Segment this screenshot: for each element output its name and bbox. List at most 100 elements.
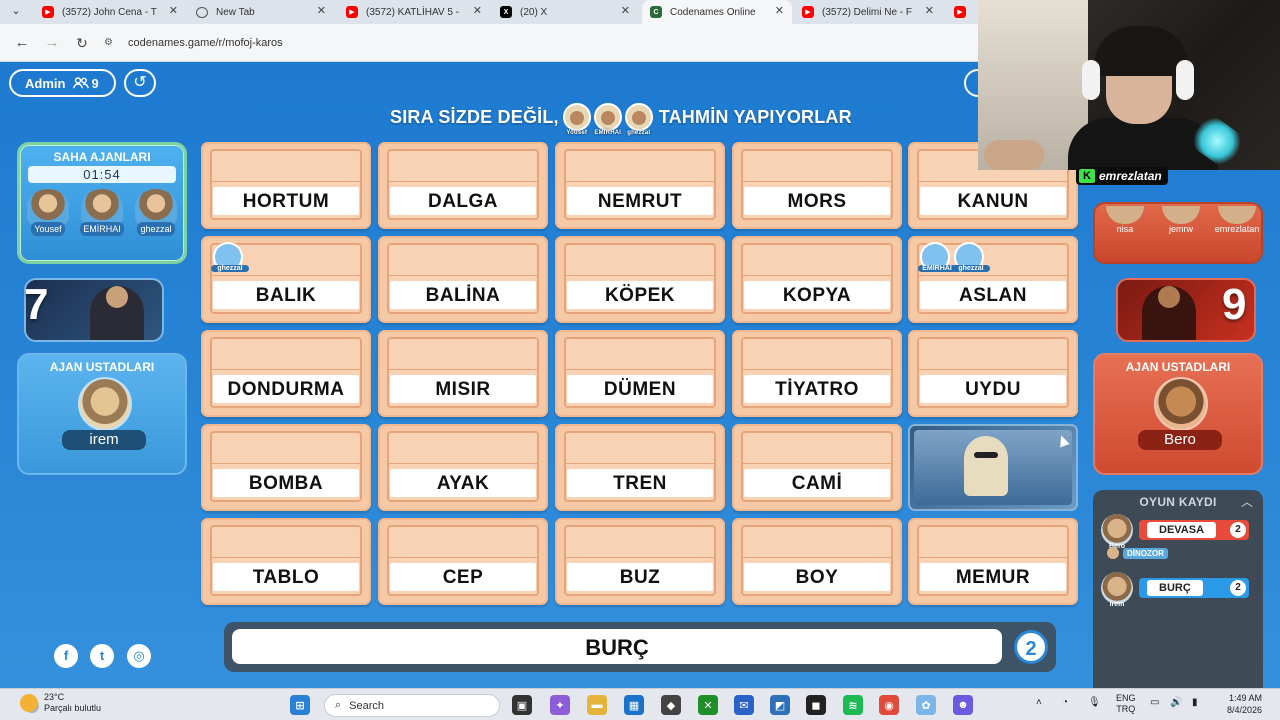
battery-icon[interactable]: ▮ <box>1192 697 1198 708</box>
forward-arrow-icon[interactable]: → <box>42 33 62 53</box>
settings-icon[interactable]: ✿ <box>916 695 936 715</box>
word-card[interactable]: UYDU <box>908 330 1078 417</box>
twitter-icon[interactable]: t <box>90 644 114 668</box>
word-card[interactable]: CEP <box>378 518 548 605</box>
browser-tab[interactable]: New Tab ✕ <box>188 0 334 24</box>
close-tab-icon[interactable]: ✕ <box>621 4 630 17</box>
clue-number: 2 <box>1230 522 1246 538</box>
word-card[interactable]: MORS <box>732 142 902 229</box>
close-tab-icon[interactable]: ✕ <box>317 4 326 17</box>
chevron-up-icon[interactable]: ˄ <box>1036 697 1042 708</box>
back-arrow-icon[interactable]: ← <box>12 33 32 53</box>
word-card[interactable]: AYAK <box>378 424 548 511</box>
blue-score: 7 <box>24 280 49 329</box>
avatar <box>1162 206 1200 224</box>
word-card[interactable]: ASLAN EMİRHAI ghezzal <box>908 236 1078 323</box>
store-icon[interactable]: ▦ <box>624 695 644 715</box>
task-view-icon[interactable]: ▣ <box>512 695 532 715</box>
close-tab-icon[interactable]: ✕ <box>473 4 482 17</box>
app-icon[interactable]: ◆ <box>661 695 681 715</box>
word-card-revealed[interactable] <box>908 424 1078 511</box>
agent[interactable]: jemrw <box>1157 206 1205 234</box>
word-card[interactable]: MISIR <box>378 330 548 417</box>
word-card[interactable]: BALIK ghezzal <box>201 236 371 323</box>
browser-tab[interactable]: X (20) X ✕ <box>492 0 638 24</box>
card-word: AYAK <box>390 469 536 497</box>
card-word: MEMUR <box>920 563 1066 591</box>
clock-date: 8/4/2026 <box>1226 705 1262 715</box>
facebook-icon[interactable]: f <box>54 644 78 668</box>
log-player: irem <box>1109 601 1125 608</box>
browser-tab[interactable]: ▶ <box>946 0 978 24</box>
browser-tab[interactable]: ▶ (3572) Delimi Ne - F ✕ <box>794 0 942 24</box>
agent[interactable]: ghezzal <box>133 189 179 236</box>
word-card[interactable]: CAMİ <box>732 424 902 511</box>
volume-icon[interactable]: 🔊 <box>1170 697 1182 708</box>
microphone-icon[interactable]: 🎙 <box>1088 697 1101 708</box>
browser-tab[interactable]: ▶ (3572) John Cena - T ✕ <box>34 0 186 24</box>
spotify-icon[interactable]: ≋ <box>843 695 863 715</box>
tab-search-chevron-icon[interactable]: ⌄ <box>8 3 24 19</box>
language-line: TRQ <box>1116 704 1136 714</box>
file-explorer-icon[interactable]: ▬ <box>587 695 607 715</box>
word-card[interactable]: MEMUR <box>908 518 1078 605</box>
x-icon: X <box>500 6 512 18</box>
weather-widget[interactable]: 23°C Parçalı bulutlu <box>20 692 101 714</box>
system-clock[interactable]: 1:49 AM 8/4/2026 <box>1227 692 1262 716</box>
network-icon[interactable]: ◔ <box>1062 697 1068 708</box>
word-card[interactable]: TABLO <box>201 518 371 605</box>
browser-tab[interactable]: ▶ (3572) KATLİHAV 5 - ✕ <box>338 0 490 24</box>
turn-status: SIRA SİZDE DEĞİL, Yousef EMİRHAI ghezzal… <box>390 102 852 136</box>
word-card[interactable]: BUZ <box>555 518 725 605</box>
admin-button[interactable]: Admin 9 <box>9 69 116 97</box>
display-icon[interactable]: ▭ <box>1150 697 1159 708</box>
word-card[interactable]: NEMRUT <box>555 142 725 229</box>
streamer-name: emrezlatan <box>1099 169 1162 183</box>
xbox-icon[interactable]: ✕ <box>698 695 718 715</box>
agent-name: ghezzal <box>137 222 175 236</box>
site-settings-icon[interactable]: ⚙ <box>104 37 118 49</box>
url-text: codenames.game/r/mofoj-karos <box>128 37 283 49</box>
discord-icon[interactable]: ☻ <box>953 695 973 715</box>
agent[interactable]: emrezlatan <box>1213 206 1261 234</box>
word-card[interactable]: BALİNA <box>378 236 548 323</box>
word-card[interactable]: DÜMEN <box>555 330 725 417</box>
agent[interactable]: Yousef <box>25 189 71 236</box>
status-text-left: SIRA SİZDE DEĞİL, <box>390 106 559 127</box>
outlook-icon[interactable]: ✉ <box>734 695 754 715</box>
avatar: Bero <box>1101 514 1133 550</box>
language-indicator[interactable]: ENG TRQ <box>1116 693 1136 715</box>
chevron-up-icon[interactable]: ︿ <box>1241 493 1253 510</box>
agent[interactable]: EMİRHAI <box>79 189 125 236</box>
avatar <box>27 189 69 225</box>
close-tab-icon[interactable]: ✕ <box>775 4 784 17</box>
word-card[interactable]: BOY <box>732 518 902 605</box>
instagram-icon[interactable]: ◎ <box>127 644 151 668</box>
copilot-icon[interactable]: ✦ <box>550 695 570 715</box>
close-tab-icon[interactable]: ✕ <box>169 4 178 17</box>
word-card[interactable]: TREN <box>555 424 725 511</box>
app-icon[interactable]: ◩ <box>770 695 790 715</box>
reset-button[interactable]: ↺ <box>124 69 156 97</box>
word-card[interactable]: BOMBA <box>201 424 371 511</box>
word-card[interactable]: TİYATRO <box>732 330 902 417</box>
browser-tab-active[interactable]: C Codenames Online ✕ <box>642 0 792 24</box>
word-card[interactable]: HORTUM <box>201 142 371 229</box>
headphones-icon <box>1082 60 1100 100</box>
chrome-icon[interactable]: ◉ <box>879 695 899 715</box>
agent[interactable]: nisa <box>1101 206 1149 234</box>
word-card[interactable]: KÖPEK <box>555 236 725 323</box>
avatar <box>1218 206 1256 224</box>
windows-start-icon[interactable]: ⊞ <box>290 695 310 715</box>
avatar-face <box>569 111 584 125</box>
word-card[interactable]: DALGA <box>378 142 548 229</box>
reload-icon[interactable]: ↻ <box>72 33 92 53</box>
taskbar-search[interactable]: ⌕ Search <box>324 694 500 717</box>
url-field[interactable]: ⚙ codenames.game/r/mofoj-karos <box>104 32 974 54</box>
word-card[interactable]: DONDURMA <box>201 330 371 417</box>
close-tab-icon[interactable]: ✕ <box>925 4 934 17</box>
card-word: DALGA <box>390 187 536 215</box>
word-card[interactable]: KOPYA <box>732 236 902 323</box>
clock-time: 1:49 AM <box>1228 693 1262 703</box>
app-icon[interactable]: ◼ <box>806 695 826 715</box>
